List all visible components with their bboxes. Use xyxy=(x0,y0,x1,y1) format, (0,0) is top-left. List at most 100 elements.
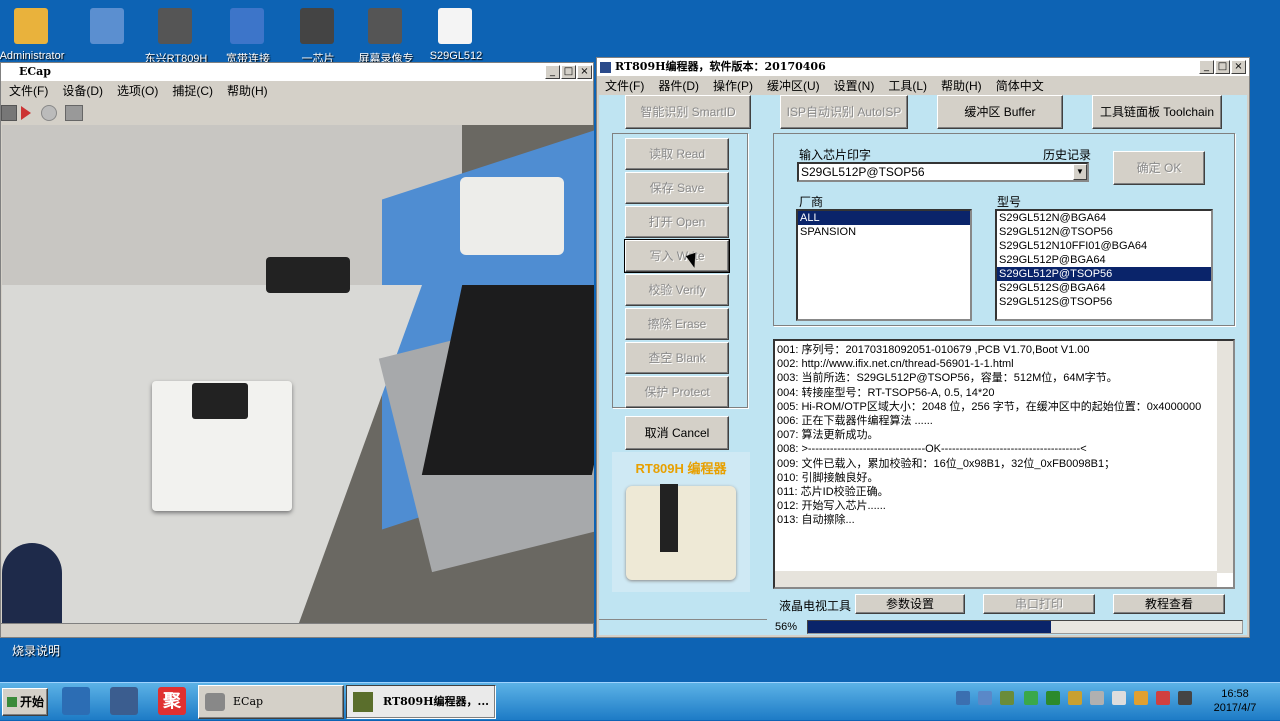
maximize-button[interactable]: □ xyxy=(1215,60,1230,74)
tray-app-icon[interactable] xyxy=(1000,691,1014,705)
tray-network-icon[interactable] xyxy=(978,691,992,705)
quick-launch-app-icon[interactable]: 聚 xyxy=(158,687,186,715)
menu-buffer[interactable]: 缓冲区(U) xyxy=(767,79,820,93)
user-folder-icon xyxy=(14,8,48,44)
log-line: 007: 算法更新成功。 xyxy=(777,429,879,442)
read-button[interactable]: 读取 Read xyxy=(625,138,729,170)
show-desktop-icon[interactable] xyxy=(62,687,90,715)
model-list[interactable]: S29GL512N@BGA64 S29GL512N@TSOP56 S29GL512N… xyxy=(995,209,1213,321)
play-icon[interactable] xyxy=(21,106,31,120)
tray-app-icon[interactable] xyxy=(1068,691,1082,705)
taskbar-item-ecap[interactable]: ECap xyxy=(198,685,344,719)
model-list-item[interactable]: S29GL512N@TSOP56 xyxy=(997,225,1211,239)
buffer-button[interactable]: 缓冲区 Buffer xyxy=(937,95,1063,129)
menu-help[interactable]: 帮助(H) xyxy=(227,84,268,98)
model-list-item[interactable]: S29GL512N@BGA64 xyxy=(997,211,1211,225)
menu-settings[interactable]: 设置(N) xyxy=(834,79,875,93)
desktop-label-burn-guide[interactable]: 烧录说明 xyxy=(12,642,60,659)
ecap-titlebar: ECap xyxy=(1,63,593,81)
desktop-icon-broadband[interactable]: 宽带连接 xyxy=(218,4,274,65)
tray-app-icon[interactable] xyxy=(956,691,970,705)
desktop-icon-chip[interactable]: 一芯片 xyxy=(288,4,344,65)
toolchain-button[interactable]: 工具链面板 Toolchain xyxy=(1092,95,1222,129)
tray-security-icon[interactable] xyxy=(1046,691,1060,705)
autoisp-button[interactable]: ISP自动识别 AutoISP xyxy=(780,95,908,129)
taskbar-item-label: RT809H编程器，... xyxy=(383,695,489,708)
menu-options[interactable]: 选项(O) xyxy=(117,84,158,98)
chevron-down-icon[interactable]: ▼ xyxy=(1073,164,1087,180)
smartid-button[interactable]: 智能识别 SmartID xyxy=(625,95,751,129)
minimize-button[interactable]: _ xyxy=(545,65,560,79)
desktop-icon-rt809h[interactable]: 东兴RT809H xyxy=(145,4,207,65)
menu-operation[interactable]: 操作(P) xyxy=(713,79,753,93)
taskbar: 开始 聚 ECap RT809H编程器，... 16:58 2017/4/7 xyxy=(0,682,1280,720)
save-button[interactable]: 保存 Save xyxy=(625,172,729,204)
tray-usb-icon[interactable] xyxy=(1090,691,1104,705)
rt809h-app-icon xyxy=(353,692,373,712)
log-line: 013: 自动擦除... xyxy=(777,514,855,527)
menu-device[interactable]: 设备(D) xyxy=(62,84,103,98)
cancel-button[interactable]: 取消 Cancel xyxy=(625,416,729,450)
ecap-menubar: 文件(F) 设备(D) 选项(O) 捕捉(C) 帮助(H) xyxy=(1,82,593,100)
volume-icon[interactable] xyxy=(1112,691,1126,705)
close-button[interactable]: × xyxy=(1231,60,1246,74)
progress-text: 56% xyxy=(775,621,798,633)
model-list-item[interactable]: S29GL512P@TSOP56 xyxy=(997,267,1211,281)
taskbar-item-rt809h[interactable]: RT809H编程器，... xyxy=(346,685,496,719)
history-label[interactable]: 历史记录 xyxy=(1043,146,1091,163)
menu-capture[interactable]: 捕捉(C) xyxy=(172,84,213,98)
menu-file[interactable]: 文件(F) xyxy=(605,79,644,93)
explorer-icon[interactable] xyxy=(110,687,138,715)
rt809h-menubar: 文件(F) 器件(D) 操作(P) 缓冲区(U) 设置(N) 工具(L) 帮助(H) 简体中文 xyxy=(597,77,1249,95)
clock[interactable]: 16:58 2017/4/7 xyxy=(1204,687,1266,715)
rt809h-titlebar: RT809H编程器，软件版本：20170406 xyxy=(597,58,1249,76)
desktop-icon-computer[interactable] xyxy=(78,4,134,56)
erase-button[interactable]: 擦除 Erase xyxy=(625,308,729,340)
tray-app-icon[interactable] xyxy=(1156,691,1170,705)
vendor-list-item[interactable]: ALL xyxy=(798,211,970,225)
blank-button[interactable]: 查空 Blank xyxy=(625,342,729,374)
horizontal-scrollbar[interactable] xyxy=(775,571,1217,587)
model-list-item[interactable]: S29GL512N10FFI01@BGA64 xyxy=(997,239,1211,253)
log-line: 010: 引脚接触良好。 xyxy=(777,471,879,484)
vertical-scrollbar[interactable] xyxy=(1217,341,1233,573)
vendor-label: 厂商 xyxy=(799,195,824,209)
model-list-item[interactable]: S29GL512S@TSOP56 xyxy=(997,295,1211,309)
serial-print-button[interactable]: 串口打印 xyxy=(983,594,1095,614)
lcd-tool-label[interactable]: 液晶电视工具 xyxy=(779,597,851,614)
menu-help[interactable]: 帮助(H) xyxy=(941,79,982,93)
model-label: 型号 xyxy=(997,195,1022,209)
log-lines: 001: 序列号：20170318092051-010679 ,PCB V1.7… xyxy=(777,343,1217,573)
start-button[interactable]: 开始 xyxy=(2,688,48,716)
chip-input[interactable]: S29GL512P@TSOP56 ▼ xyxy=(797,162,1089,182)
stop-icon[interactable] xyxy=(41,105,57,121)
open-button[interactable]: 打开 Open xyxy=(625,206,729,238)
model-list-item[interactable]: S29GL512P@BGA64 xyxy=(997,253,1211,267)
menu-language[interactable]: 简体中文 xyxy=(996,79,1044,93)
vendor-list-item[interactable]: SPANSION xyxy=(798,225,970,239)
vendor-list[interactable]: ALL SPANSION xyxy=(796,209,972,321)
tray-nvidia-icon[interactable] xyxy=(1024,691,1038,705)
tray-keyboard-icon[interactable] xyxy=(1178,691,1192,705)
tutorial-button[interactable]: 教程查看 xyxy=(1113,594,1225,614)
menu-file[interactable]: 文件(F) xyxy=(9,84,48,98)
printer-icon xyxy=(205,693,225,711)
protect-button[interactable]: 保护 Protect xyxy=(625,376,729,408)
ok-button[interactable]: 确定 OK xyxy=(1113,151,1205,185)
write-button[interactable]: 写入 Write xyxy=(624,239,730,273)
menu-tools[interactable]: 工具(L) xyxy=(888,79,927,93)
tray-user-icon[interactable] xyxy=(1134,691,1148,705)
close-button[interactable]: × xyxy=(577,65,592,79)
params-button[interactable]: 参数设置 xyxy=(855,594,965,614)
log-line: 009: 文件已载入，累加校验和：16位_0x98B1，32位_0xFB0098… xyxy=(777,457,1116,470)
verify-button[interactable]: 校验 Verify xyxy=(625,274,729,306)
desktop-icon-s29gl512[interactable]: S29GL512 xyxy=(426,4,482,62)
model-list-item[interactable]: S29GL512S@BGA64 xyxy=(997,281,1211,295)
minimize-button[interactable]: _ xyxy=(1199,60,1214,74)
menu-device[interactable]: 器件(D) xyxy=(658,79,699,93)
snapshot-icon[interactable] xyxy=(65,105,83,121)
desktop-icon-administrator[interactable]: Administrator xyxy=(0,4,64,62)
desktop-icon-recorder[interactable]: 屏幕录像专 xyxy=(356,4,414,65)
maximize-button[interactable]: □ xyxy=(561,65,576,79)
camera-icon[interactable] xyxy=(1,105,17,121)
